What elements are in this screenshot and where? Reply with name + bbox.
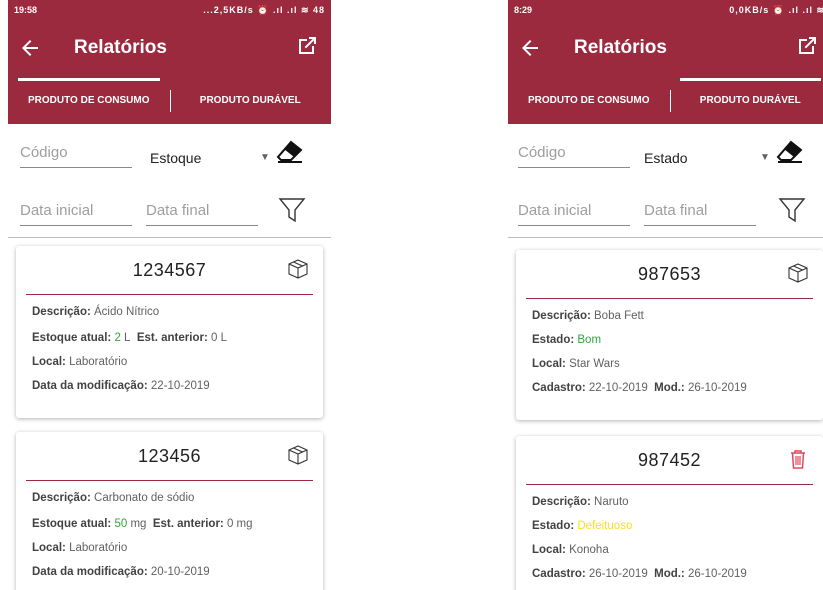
tab-produto-duravel[interactable]: PRODUTO DURÁVEL — [170, 76, 332, 124]
card-divider — [26, 480, 313, 481]
back-arrow-icon[interactable] — [18, 36, 42, 60]
page-title: Relatórios — [574, 37, 667, 58]
tab-label: PRODUTO DURÁVEL — [699, 94, 801, 106]
product-code: 1234567 — [132, 260, 207, 280]
data-modificacao-row: Data da modificação: 20-10-2019 — [32, 566, 210, 578]
local-row: Local: Laboratório — [32, 542, 128, 554]
data-modificacao-row: Data da modificação: 22-10-2019 — [32, 380, 210, 392]
estoque-row: Estoque atual: 50 mg Est. anterior: 0 mg — [32, 518, 253, 530]
tab-label: PRODUTO DURÁVEL — [199, 94, 301, 106]
estado-select[interactable]: Estado — [644, 150, 688, 166]
cadastro-row: Cadastro: 26-10-2019 Mod.: 26-10-2019 — [532, 568, 747, 580]
box-icon — [288, 259, 308, 279]
status-time: 8:29 — [514, 5, 533, 15]
filter-panel: Código Estado ▼ Data inicial Data final — [508, 124, 823, 238]
estado-row: Estado: Defeituoso — [532, 520, 633, 532]
eraser-icon[interactable] — [776, 140, 804, 164]
tab-produto-duravel[interactable]: PRODUTO DURÁVEL — [670, 76, 823, 124]
back-arrow-icon[interactable] — [518, 36, 542, 60]
estoque-select[interactable]: Estoque — [150, 150, 201, 166]
trash-icon[interactable] — [787, 448, 809, 470]
box-icon — [288, 445, 308, 465]
app-bar: 19:58 ...2,5KB/s ⏰ .ıl .ıl ≋ 48 Relatóri… — [8, 0, 331, 124]
status-icons: 0,0KB/s ⏰ .ıl .ıl ≋ — [729, 4, 823, 15]
toolbar: Relatórios — [508, 20, 823, 76]
card-divider — [526, 298, 813, 299]
codigo-input[interactable]: Código — [20, 144, 132, 168]
tab-bar: PRODUTO DE CONSUMO PRODUTO DURÁVEL — [8, 76, 331, 124]
product-code: 987653 — [637, 264, 702, 284]
tab-produto-consumo[interactable]: PRODUTO DE CONSUMO — [8, 76, 170, 124]
tab-label: PRODUTO DE CONSUMO — [28, 94, 150, 106]
share-icon[interactable] — [295, 34, 319, 58]
card-divider — [526, 484, 813, 485]
page-title: Relatórios — [74, 37, 167, 58]
local-row: Local: Star Wars — [532, 358, 620, 370]
phone-screen-consumo: 19:58 ...2,5KB/s ⏰ .ıl .ıl ≋ 48 Relatóri… — [8, 0, 331, 590]
codigo-input[interactable]: Código — [518, 144, 630, 168]
box-icon — [788, 263, 808, 283]
eraser-icon[interactable] — [276, 140, 304, 164]
filter-panel: Código Estoque ▼ Data inicial Data final — [8, 124, 331, 238]
data-inicial-input[interactable]: Data inicial — [20, 202, 132, 226]
card-divider — [26, 294, 313, 295]
product-card[interactable]: 987452 Descrição: Naruto Estado: Defeitu… — [516, 436, 823, 590]
chevron-down-icon[interactable]: ▼ — [260, 152, 270, 163]
status-time: 19:58 — [14, 5, 38, 15]
tab-bar: PRODUTO DE CONSUMO PRODUTO DURÁVEL — [508, 76, 823, 124]
data-final-input[interactable]: Data final — [146, 202, 258, 226]
local-row: Local: Laboratório — [32, 356, 128, 368]
descricao-row: Descrição: Carbonato de sódio — [32, 492, 195, 504]
data-final-input[interactable]: Data final — [644, 202, 756, 226]
local-row: Local: Konoha — [532, 544, 609, 556]
product-card[interactable]: 123456 Descrição: Carbonato de sódio Est… — [16, 432, 323, 590]
status-bar: 8:29 0,0KB/s ⏰ .ıl .ıl ≋ — [508, 0, 823, 20]
filter-icon[interactable] — [278, 196, 306, 224]
descricao-row: Descrição: Boba Fett — [532, 310, 644, 322]
product-code: 987452 — [637, 450, 702, 470]
data-inicial-input[interactable]: Data inicial — [518, 202, 630, 226]
cadastro-row: Cadastro: 22-10-2019 Mod.: 26-10-2019 — [532, 382, 747, 394]
phone-screen-duravel: 8:29 0,0KB/s ⏰ .ıl .ıl ≋ Relatórios PROD… — [508, 0, 823, 590]
product-code: 123456 — [137, 446, 202, 466]
product-card[interactable]: 1234567 Descrição: Ácido Nítrico Estoque… — [16, 246, 323, 418]
product-card[interactable]: 987653 Descrição: Boba Fett Estado: Bom … — [516, 250, 823, 420]
status-bar: 19:58 ...2,5KB/s ⏰ .ıl .ıl ≋ 48 — [8, 0, 331, 20]
estado-row: Estado: Bom — [532, 334, 602, 346]
descricao-row: Descrição: Ácido Nítrico — [32, 306, 160, 318]
status-icons: ...2,5KB/s ⏰ .ıl .ıl ≋ 48 — [203, 4, 325, 15]
app-bar: 8:29 0,0KB/s ⏰ .ıl .ıl ≋ Relatórios PROD… — [508, 0, 823, 124]
descricao-row: Descrição: Naruto — [532, 496, 629, 508]
share-icon[interactable] — [795, 34, 819, 58]
chevron-down-icon[interactable]: ▼ — [760, 152, 770, 163]
tab-produto-consumo[interactable]: PRODUTO DE CONSUMO — [508, 76, 670, 124]
tab-label: PRODUTO DE CONSUMO — [528, 94, 650, 106]
toolbar: Relatórios — [8, 20, 331, 76]
estoque-row: Estoque atual: 2 L Est. anterior: 0 L — [32, 332, 227, 344]
filter-icon[interactable] — [778, 196, 806, 224]
